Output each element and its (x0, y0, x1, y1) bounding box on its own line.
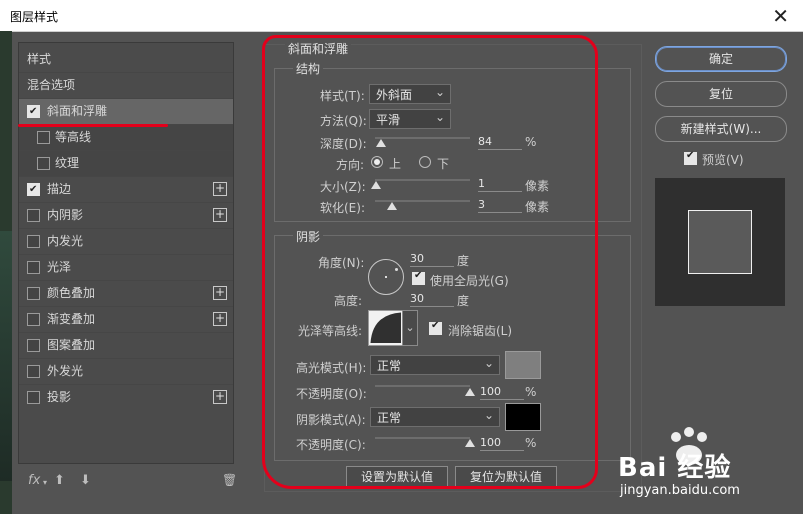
title-bar: 图层样式 ✕ (0, 0, 803, 32)
list-item-stroke[interactable]: 描边 + (19, 177, 233, 203)
reset-button[interactable]: 复位 (655, 81, 787, 107)
inner-shadow-checkbox[interactable] (27, 209, 40, 222)
texture-checkbox[interactable] (37, 157, 50, 170)
inner-glow-checkbox[interactable] (27, 235, 40, 248)
annotation-box (262, 35, 598, 489)
add-icon[interactable]: + (213, 390, 227, 404)
list-item-outer-glow[interactable]: 外发光 (19, 359, 233, 385)
drop-shadow-checkbox[interactable] (27, 391, 40, 404)
list-item-inner-shadow[interactable]: 内阴影 + (19, 203, 233, 229)
list-item-bevel-emboss[interactable]: 斜面和浮雕 (19, 99, 233, 125)
gradient-overlay-checkbox[interactable] (27, 313, 40, 326)
add-icon[interactable]: + (213, 312, 227, 326)
list-item-color-overlay[interactable]: 颜色叠加 + (19, 281, 233, 307)
preview-label: 预览(V) (702, 153, 744, 167)
add-icon[interactable]: + (213, 286, 227, 300)
list-item-styles[interactable]: 样式 (19, 47, 233, 73)
satin-checkbox[interactable] (27, 261, 40, 274)
styles-footer: fx ▾ ⬆ ⬇ 🗑 (18, 468, 237, 498)
list-item-texture[interactable]: 纹理 (19, 151, 233, 177)
bevel-checkbox[interactable] (27, 99, 40, 124)
watermark: Bai 经验 jingyan.baidu.com (618, 425, 798, 505)
contour-checkbox[interactable] (37, 131, 50, 144)
color-overlay-checkbox[interactable] (27, 287, 40, 300)
pattern-overlay-checkbox[interactable] (27, 339, 40, 352)
background-strip (0, 31, 12, 514)
add-icon[interactable]: + (213, 208, 227, 222)
preview-area (655, 178, 785, 306)
ok-button[interactable]: 确定 (655, 46, 787, 72)
preview-checkbox[interactable] (684, 150, 697, 165)
list-item-inner-glow[interactable]: 内发光 (19, 229, 233, 255)
outer-glow-checkbox[interactable] (27, 365, 40, 378)
list-item-blending-options[interactable]: 混合选项 (19, 73, 233, 99)
close-icon[interactable]: ✕ (772, 4, 789, 28)
annotation-underline (18, 124, 168, 127)
preview-swatch (688, 210, 752, 274)
styles-list: 样式 混合选项 斜面和浮雕 等高线 纹理 描边 + 内阴影 + 内发光 光泽 颜… (18, 42, 234, 464)
move-down-icon[interactable]: ⬇ (80, 473, 91, 488)
move-up-icon[interactable]: ⬆ (54, 473, 65, 488)
watermark-url: jingyan.baidu.com (620, 483, 740, 498)
stroke-checkbox[interactable] (27, 177, 40, 202)
chevron-down-icon[interactable]: ▾ (43, 478, 47, 487)
window-title: 图层样式 (10, 10, 59, 24)
list-item-drop-shadow[interactable]: 投影 + (19, 385, 233, 410)
list-item-satin[interactable]: 光泽 (19, 255, 233, 281)
add-icon[interactable]: + (213, 182, 227, 196)
watermark-brand: Bai 经验 (618, 453, 732, 483)
list-item-pattern-overlay[interactable]: 图案叠加 (19, 333, 233, 359)
fx-icon[interactable]: fx (28, 473, 40, 488)
new-style-button[interactable]: 新建样式(W)... (655, 116, 787, 142)
list-item-contour[interactable]: 等高线 (19, 125, 233, 151)
trash-icon[interactable]: 🗑 (222, 473, 237, 487)
list-item-gradient-overlay[interactable]: 渐变叠加 + (19, 307, 233, 333)
